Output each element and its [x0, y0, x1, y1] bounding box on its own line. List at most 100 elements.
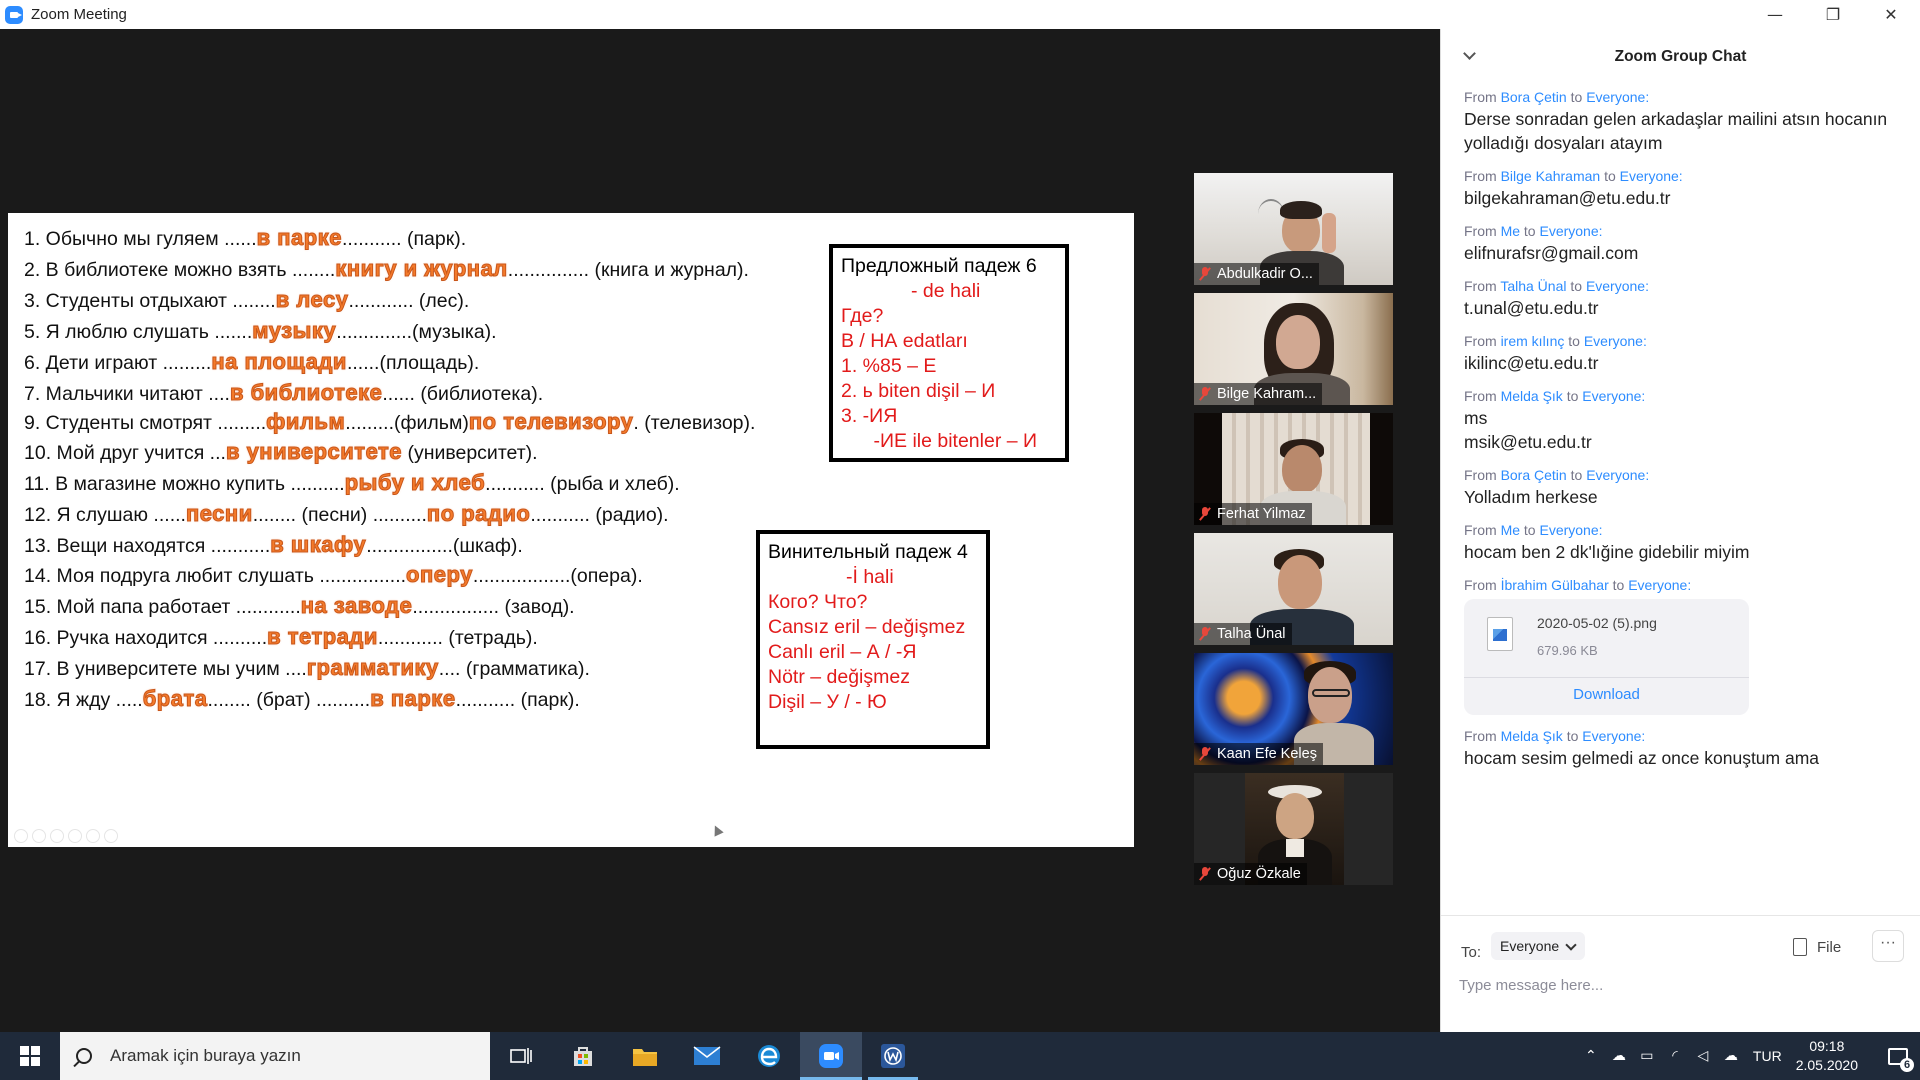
- participant-name-bar: Kaan Efe Keleş: [1194, 743, 1323, 765]
- exercise-text: 14. Моя подруга любит слушать ..........…: [24, 565, 407, 587]
- exercise-line: 15. Мой папа работает ............на зав…: [24, 593, 575, 619]
- wifi-icon[interactable]: ◜: [1661, 1048, 1689, 1064]
- zoom-icon[interactable]: [86, 829, 100, 843]
- chevron-up-icon[interactable]: ⌃: [1577, 1048, 1605, 1064]
- exercise-line: 14. Моя подруга любит слушать ..........…: [24, 562, 643, 588]
- microsoft-store-button[interactable]: [552, 1032, 614, 1080]
- download-button[interactable]: Download: [1464, 686, 1749, 703]
- sender-name: Melda Şık: [1500, 728, 1563, 744]
- box-line: Dişil – У / - Ю: [768, 691, 887, 713]
- handwritten-answer: на площади: [211, 349, 347, 375]
- sender-name: Bora Çetin: [1500, 89, 1567, 105]
- word-taskbar-button[interactable]: [862, 1032, 924, 1080]
- exercise-text: 5. Я люблю слушать .......: [24, 321, 253, 343]
- taskbar-search[interactable]: Aramak için buraya yazın: [60, 1032, 490, 1080]
- exercise-text: 6. Дети играют .........: [24, 352, 212, 374]
- chat-message: From Bora Çetin to Everyone: Yolladım her…: [1464, 467, 1904, 509]
- recipient-name: Everyone:: [1585, 278, 1649, 294]
- folder-icon: [633, 1049, 657, 1066]
- exercise-line: 6. Дети играют .........на площади......…: [24, 349, 479, 375]
- participant-name: Abdulkadir O...: [1217, 266, 1313, 282]
- participant-video[interactable]: Kaan Efe Keleş: [1194, 653, 1393, 765]
- handwritten-answer: в парке: [256, 225, 342, 251]
- mic-muted-icon: [1198, 387, 1212, 401]
- clock-time: 09:18: [1809, 1038, 1845, 1054]
- copy-icon[interactable]: [68, 829, 82, 843]
- exercise-text: 3. Студенты отдыхают ........: [24, 290, 276, 312]
- exercise-line: 10. Мой друг учится ...в университете (у…: [24, 439, 538, 465]
- task-view-button[interactable]: [490, 1032, 552, 1080]
- handwritten-answer: песни: [185, 501, 253, 527]
- sender-name: Bilge Kahraman: [1500, 168, 1601, 184]
- file-button-label: File: [1817, 938, 1842, 956]
- recipient-dropdown[interactable]: Everyone: [1491, 932, 1586, 960]
- chat-message: From Me to Everyone: hocam ben 2 dk'lığin…: [1464, 522, 1904, 564]
- pen-icon[interactable]: [50, 829, 64, 843]
- mail-button[interactable]: [676, 1032, 738, 1080]
- next-icon[interactable]: [32, 829, 46, 843]
- language-indicator[interactable]: TUR: [1753, 1048, 1782, 1064]
- exercise-text: .........(фильм): [345, 412, 469, 434]
- handwritten-answer: музыку: [252, 318, 337, 344]
- participant-video[interactable]: Bilge Kahram...: [1194, 293, 1393, 405]
- message-sender-line: From Bora Çetin to Everyone:: [1464, 89, 1904, 105]
- from-label: From: [1464, 223, 1497, 239]
- message-sender-line: From Melda Şık to Everyone:: [1464, 388, 1904, 404]
- message-sender-line: From Bora Çetin to Everyone:: [1464, 467, 1904, 483]
- participant-name: Bilge Kahram...: [1217, 386, 1317, 402]
- more-options-button[interactable]: ···: [1872, 930, 1904, 962]
- recipient-name: Everyone:: [1586, 467, 1650, 483]
- chat-message-input[interactable]: [1459, 970, 1899, 1000]
- handwritten-answer: в лесу: [275, 287, 349, 313]
- from-label: From: [1464, 333, 1497, 349]
- close-button[interactable]: ✕: [1862, 0, 1920, 29]
- restore-button[interactable]: ❐: [1804, 0, 1862, 29]
- action-center-button[interactable]: 6: [1876, 1032, 1920, 1080]
- file-explorer-button[interactable]: [614, 1032, 676, 1080]
- from-label: From: [1464, 388, 1497, 404]
- word-icon: [881, 1044, 905, 1068]
- start-button[interactable]: [0, 1032, 60, 1080]
- participant-video[interactable]: Ferhat Yilmaz: [1194, 413, 1393, 525]
- exercise-line: 7. Мальчики читают ....в библиотеке.....…: [24, 380, 543, 406]
- prev-icon[interactable]: [14, 829, 28, 843]
- box-line: Где?: [841, 305, 884, 327]
- volume-icon[interactable]: ◁: [1689, 1048, 1717, 1064]
- sender-name: Bora Çetin: [1500, 467, 1567, 483]
- participant-video[interactable]: Oğuz Özkale: [1194, 773, 1393, 885]
- sender-name: irem kılınç: [1500, 333, 1565, 349]
- onedrive-icon[interactable]: ☁: [1605, 1048, 1633, 1064]
- battery-icon[interactable]: ▭: [1633, 1048, 1661, 1064]
- from-label: From: [1464, 168, 1497, 184]
- minimize-button[interactable]: —: [1746, 0, 1804, 29]
- participant-video[interactable]: Abdulkadir O...: [1194, 173, 1393, 285]
- box-line: 3. -ИЯ: [841, 405, 898, 427]
- message-text: ikilinc@etu.edu.tr: [1464, 353, 1599, 373]
- handwritten-answer: на заводе: [300, 593, 413, 619]
- edge-button[interactable]: [738, 1032, 800, 1080]
- exercise-text: ..................(опера).: [472, 565, 643, 587]
- file-button[interactable]: File: [1793, 938, 1841, 956]
- cloud-icon[interactable]: ☁: [1717, 1048, 1745, 1064]
- chevron-down-icon[interactable]: [1463, 47, 1476, 60]
- handwritten-answer: брата: [142, 686, 208, 712]
- exercise-text: ............... (книга и журнал).: [507, 259, 749, 281]
- message-sender-line: From Me to Everyone:: [1464, 522, 1904, 538]
- handwritten-answer: в парке: [370, 686, 456, 712]
- box-line: В / НА edatları: [841, 330, 968, 352]
- exercise-line: 9. Студенты смотрят .........фильм......…: [24, 409, 755, 435]
- file-attachment-card: 2020-05-02 (5).png 679.96 KB Download: [1464, 599, 1749, 715]
- clock-date: 2.05.2020: [1795, 1057, 1858, 1073]
- box-line: - de hali: [911, 280, 981, 302]
- clock[interactable]: 09:18 2.05.2020: [1796, 1037, 1858, 1075]
- handwritten-answer: фильм: [266, 409, 346, 435]
- participant-video[interactable]: Talha Ünal: [1194, 533, 1393, 645]
- to-label: to: [1570, 89, 1583, 105]
- participant-name-bar: Abdulkadir O...: [1194, 263, 1319, 285]
- zoom-taskbar-button[interactable]: [800, 1032, 862, 1080]
- more-icon[interactable]: [104, 829, 118, 843]
- chat-messages: From Bora Çetin to Everyone: Derse sonrad…: [1464, 89, 1904, 783]
- exercise-text: 18. Я жду .....: [24, 689, 143, 711]
- exercise-text: 7. Мальчики читают ....: [24, 383, 230, 405]
- handwritten-answer: в шкафу: [270, 532, 367, 558]
